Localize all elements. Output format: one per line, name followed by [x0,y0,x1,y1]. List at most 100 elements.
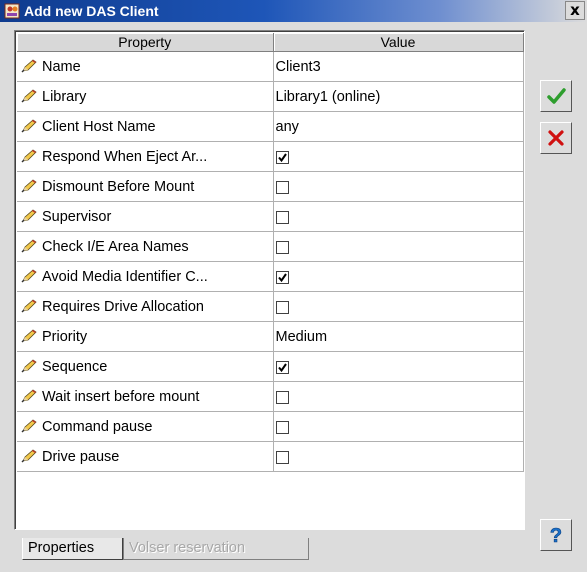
value-cell[interactable] [273,141,524,172]
tab-properties[interactable]: Properties [22,538,123,560]
pencil-icon [21,178,38,193]
pencil-icon [21,58,38,73]
table-row[interactable]: Priority Medium [17,321,524,352]
checkbox-unchecked[interactable] [275,210,289,224]
pencil-icon [21,118,38,133]
property-label: Avoid Media Identifier C... [42,268,208,285]
table-row[interactable]: Check I/E Area Names [17,231,524,262]
checkbox-checked[interactable] [275,270,289,284]
table-row[interactable]: Requires Drive Allocation [17,291,524,322]
property-label: Check I/E Area Names [42,238,189,255]
value-cell[interactable] [273,351,524,382]
value-cell[interactable]: Client3 [273,51,524,82]
property-cell[interactable]: Dismount Before Mount [17,171,274,202]
column-header-value[interactable]: Value [273,33,524,52]
pencil-icon [21,418,38,433]
property-cell[interactable]: Command pause [17,411,274,442]
pencil-icon [21,298,38,313]
column-header-property[interactable]: Property [17,33,274,52]
table-row[interactable]: Command pause [17,411,524,442]
value-cell[interactable] [273,381,524,412]
property-label: Priority [42,328,88,345]
property-cell[interactable]: Drive pause [17,441,274,472]
property-label: Sequence [42,358,108,375]
table-row[interactable]: Avoid Media Identifier C... [17,261,524,292]
value-cell[interactable] [273,231,524,262]
property-cell[interactable]: Check I/E Area Names [17,231,274,262]
checkbox-unchecked[interactable] [275,180,289,194]
property-cell[interactable]: Priority [17,321,274,352]
property-cell[interactable]: Requires Drive Allocation [17,291,274,322]
dialog-window: Add new DAS Client x Property Value Name… [0,0,587,572]
property-table: Property Value Name Client3 Library Library… [17,33,524,472]
table-row[interactable]: Library Library1 (online) [17,81,524,112]
das-client-icon [4,3,20,19]
property-label: Client Host Name [42,118,156,135]
pencil-icon [21,328,38,343]
property-cell[interactable]: Wait insert before mount [17,381,274,412]
table-header-row: Property Value [17,33,524,52]
help-button[interactable]: ? [540,519,572,551]
property-label: Dismount Before Mount [42,178,195,195]
close-button[interactable]: x [565,1,585,20]
value-text[interactable]: Library1 (online) [276,89,381,105]
value-cell[interactable] [273,441,524,472]
property-label: Wait insert before mount [42,388,200,405]
property-label: Library [42,88,87,105]
value-cell[interactable]: Medium [273,321,524,352]
property-label: Respond When Eject Ar... [42,148,208,165]
property-cell[interactable]: Name [17,51,274,82]
property-cell[interactable]: Respond When Eject Ar... [17,141,274,172]
property-label: Supervisor [42,208,112,225]
value-cell[interactable] [273,411,524,442]
property-label: Drive pause [42,448,120,465]
checkbox-checked[interactable] [275,360,289,374]
table-row[interactable]: Sequence [17,351,524,382]
window-title: Add new DAS Client [24,3,159,19]
table-row[interactable]: Respond When Eject Ar... [17,141,524,172]
property-cell[interactable]: Sequence [17,351,274,382]
pencil-icon [21,148,38,163]
red-x-icon [548,130,564,146]
property-cell[interactable]: Avoid Media Identifier C... [17,261,274,292]
table-row[interactable]: Wait insert before mount [17,381,524,412]
table-row[interactable]: Client Host Name any [17,111,524,142]
value-cell[interactable] [273,201,524,232]
pencil-icon [21,208,38,223]
checkbox-unchecked[interactable] [275,300,289,314]
value-cell[interactable]: Library1 (online) [273,81,524,112]
pencil-icon [21,388,38,403]
checkbox-unchecked[interactable] [275,240,289,254]
title-bar[interactable]: Add new DAS Client x [0,0,587,22]
value-cell[interactable] [273,171,524,202]
ok-button[interactable] [540,80,572,112]
property-cell[interactable]: Client Host Name [17,111,274,142]
property-cell[interactable]: Library [17,81,274,112]
checkbox-unchecked[interactable] [275,420,289,434]
checkbox-unchecked[interactable] [275,450,289,464]
table-row[interactable]: Supervisor [17,201,524,232]
value-cell[interactable] [273,291,524,322]
value-cell[interactable] [273,261,524,292]
question-mark-icon: ? [550,525,563,546]
property-table-frame: Property Value Name Client3 Library Library… [14,30,525,530]
property-cell[interactable]: Supervisor [17,201,274,232]
value-text[interactable]: Client3 [276,59,321,75]
pencil-icon [21,238,38,253]
table-row[interactable]: Name Client3 [17,51,524,82]
checkbox-checked[interactable] [275,150,289,164]
value-text[interactable]: any [276,119,299,135]
property-label: Name [42,58,81,75]
checkmark-icon [547,88,566,104]
table-row[interactable]: Dismount Before Mount [17,171,524,202]
pencil-icon [21,88,38,103]
checkbox-unchecked[interactable] [275,390,289,404]
value-text[interactable]: Medium [276,329,328,345]
pencil-icon [21,268,38,283]
table-row[interactable]: Drive pause [17,441,524,472]
pencil-icon [21,448,38,463]
property-label: Command pause [42,418,153,435]
value-cell[interactable]: any [273,111,524,142]
tab-volser-reservation[interactable]: Volser reservation [123,538,309,560]
cancel-button[interactable] [540,122,572,154]
